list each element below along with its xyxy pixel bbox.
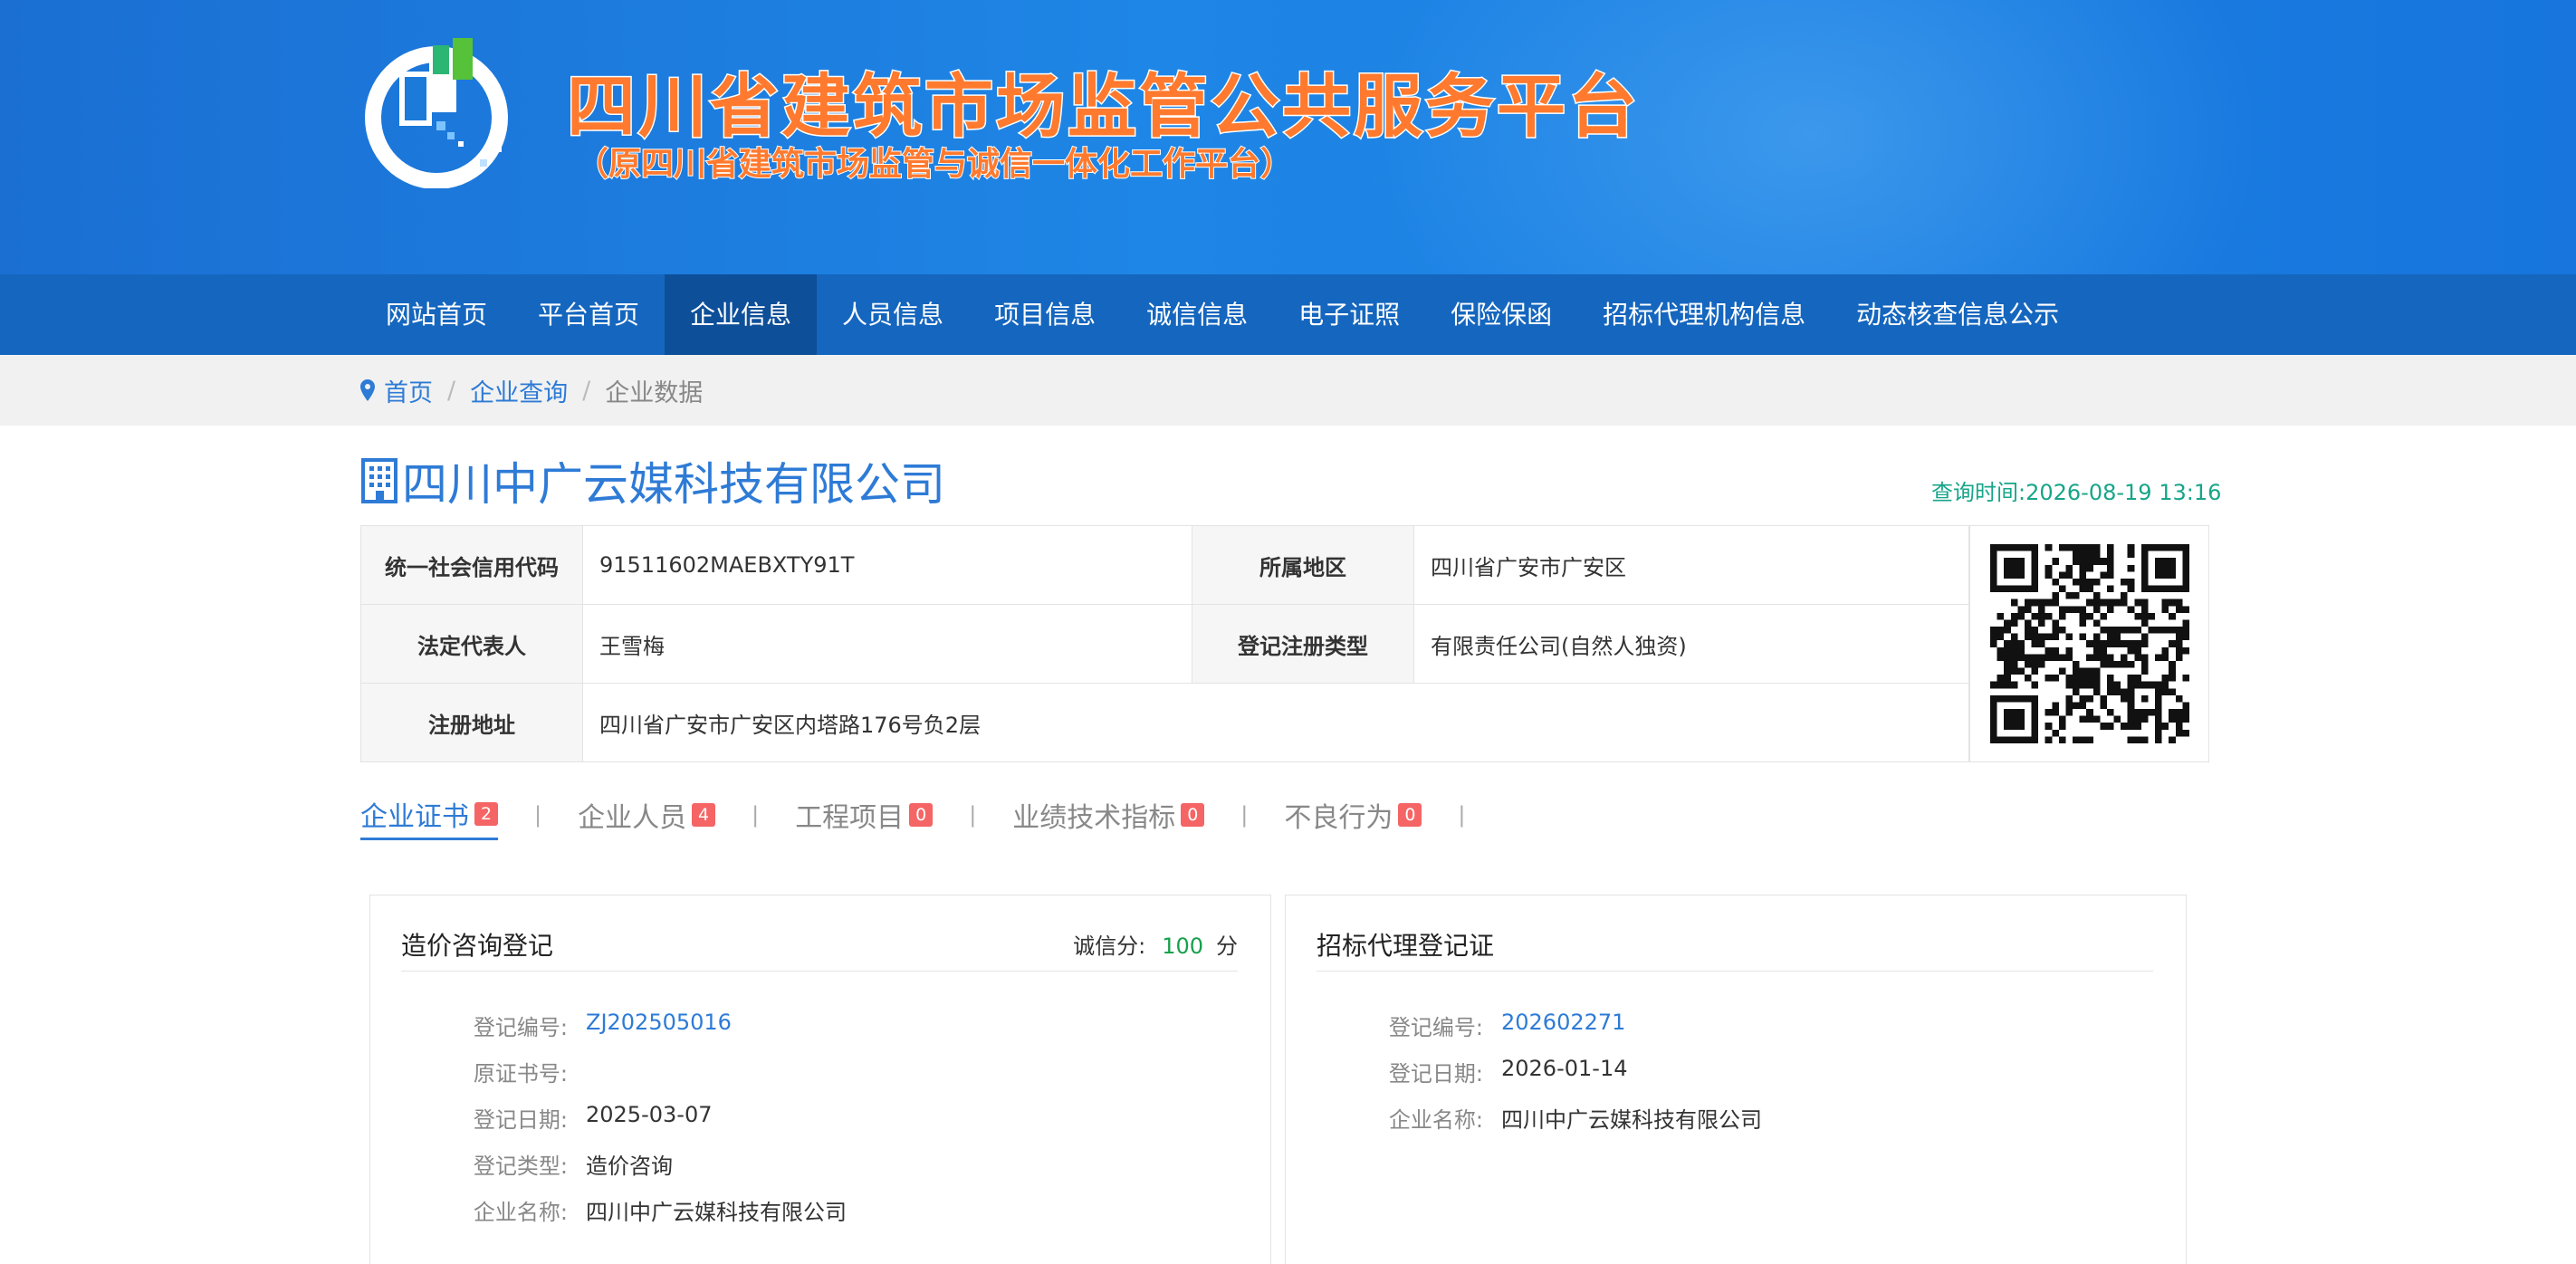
- tab-label: 工程项目: [795, 802, 905, 834]
- qr-code-image: [1989, 544, 2189, 743]
- reg-no-link[interactable]: ZJ202505016: [586, 1010, 732, 1041]
- company-name: 四川中广云媒科技有限公司: [402, 458, 945, 511]
- legal-rep-label: 法定代表人: [361, 605, 583, 683]
- credit-code-label: 统一社会信用代码: [361, 526, 583, 604]
- region-value: 四川省广安市广安区: [1414, 526, 1969, 604]
- nav-item-insurance[interactable]: 保险保函: [1425, 274, 1577, 355]
- breadcrumb-enterprise-query[interactable]: 企业查询: [470, 373, 568, 408]
- score-label: 诚信分:: [1073, 934, 1146, 959]
- breadcrumb-home[interactable]: 首页: [384, 373, 433, 408]
- nav-item-e-license[interactable]: 电子证照: [1273, 274, 1425, 355]
- nav-item-tender-agency[interactable]: 招标代理机构信息: [1577, 274, 1831, 355]
- field-company-name: 企业名称: 四川中广云媒科技有限公司: [370, 1194, 847, 1226]
- card-title: 造价咨询登记: [401, 930, 554, 961]
- field-reg-type: 登记类型: 造价咨询: [370, 1148, 673, 1180]
- site-title: 四川省建筑市场监管公共服务平台: [566, 65, 1640, 148]
- main-nav: 网站首页 平台首页 企业信息 人员信息 项目信息 诚信信息 电子证照 保险保函 …: [0, 274, 2576, 355]
- info-row: 统一社会信用代码 91511602MAEBXTY91T 所属地区 四川省广安市广…: [361, 526, 1969, 605]
- field-label: 企业名称:: [473, 1200, 568, 1225]
- field-value: 2025-03-07: [586, 1102, 713, 1127]
- tab-bad-behavior[interactable]: 不良行为 0: [1284, 790, 1422, 840]
- field-value: 四川中广云媒科技有限公司: [1501, 1107, 1762, 1133]
- count-badge: 2: [474, 801, 498, 826]
- field-reg-no: 登记编号: 202602271: [1286, 1010, 1626, 1041]
- field-label: 企业名称:: [1388, 1107, 1483, 1133]
- tab-performance[interactable]: 业绩技术指标 0: [1012, 790, 1205, 840]
- field-reg-date: 登记日期: 2026-01-14: [1286, 1056, 1628, 1087]
- score-unit: 分: [1216, 934, 1238, 959]
- field-label: 登记类型:: [473, 1154, 568, 1179]
- info-row: 法定代表人 王雪梅 登记注册类型 有限责任公司(自然人独资): [361, 605, 1969, 684]
- field-orig-cert-no: 原证书号:: [370, 1056, 586, 1087]
- count-badge: 0: [909, 803, 934, 827]
- card-header: 招标代理登记证: [1317, 917, 2153, 972]
- count-badge: 4: [692, 803, 716, 827]
- tab-label: 不良行为: [1284, 802, 1393, 834]
- field-reg-no: 登记编号: ZJ202505016: [370, 1010, 732, 1041]
- field-label: 登记日期:: [473, 1107, 568, 1133]
- field-reg-date: 登记日期: 2025-03-07: [370, 1102, 713, 1134]
- breadcrumb-current: 企业数据: [605, 378, 704, 407]
- reg-no-link[interactable]: 202602271: [1501, 1010, 1625, 1041]
- region-label: 所属地区: [1192, 526, 1414, 604]
- credit-score: 诚信分: 100 分: [1073, 928, 1238, 960]
- company-heading: 四川中广云媒科技有限公司: [360, 449, 945, 512]
- field-value: 四川中广云媒科技有限公司: [586, 1200, 847, 1225]
- nav-items: 网站首页 平台首页 企业信息 人员信息 项目信息 诚信信息 电子证照 保险保函 …: [360, 274, 2084, 355]
- field-label: 登记编号:: [473, 1015, 568, 1040]
- field-value: 2026-01-14: [1501, 1056, 1628, 1081]
- certificate-card-tender-agency: 招标代理登记证 登记编号: 202602271 登记日期: 2026-01-14…: [1285, 895, 2187, 1264]
- score-value: 100: [1162, 934, 1203, 959]
- location-pin-icon: [360, 379, 375, 401]
- breadcrumb: 首页 / 企业查询 / 企业数据: [360, 355, 703, 426]
- breadcrumb-separator: /: [582, 376, 591, 405]
- breadcrumb-separator: /: [447, 376, 456, 405]
- nav-item-personnel-info[interactable]: 人员信息: [817, 274, 969, 355]
- breadcrumb-bar: 首页 / 企业查询 / 企业数据: [0, 355, 2576, 426]
- header-banner: 四川省建筑市场监管公共服务平台 （原四川省建筑市场监管与诚信一体化工作平台）: [0, 0, 2576, 274]
- detail-tabs: 企业证书 2 | 企业人员 4 | 工程项目 0 | 业绩技术指标 0 | 不良…: [360, 790, 1501, 840]
- nav-item-enterprise-info[interactable]: 企业信息: [665, 274, 818, 355]
- certificate-card-cost-consulting: 造价咨询登记 诚信分: 100 分 登记编号: ZJ202505016 原证书号: …: [369, 895, 1271, 1264]
- field-label: 登记编号:: [1388, 1015, 1483, 1040]
- nav-item-credit-info[interactable]: 诚信信息: [1121, 274, 1273, 355]
- card-title: 招标代理登记证: [1317, 930, 1495, 961]
- platform-logo[interactable]: [360, 33, 516, 188]
- tab-separator: |: [1458, 802, 1466, 828]
- tab-label: 业绩技术指标: [1012, 802, 1176, 834]
- tab-separator: |: [969, 802, 977, 828]
- tab-separator: |: [1240, 802, 1249, 828]
- tab-separator: |: [534, 802, 542, 828]
- nav-item-project-info[interactable]: 项目信息: [969, 274, 1121, 355]
- query-time: 查询时间:2026-08-19 13:16: [1931, 480, 2222, 505]
- tab-separator: |: [752, 802, 760, 828]
- address-label: 注册地址: [361, 684, 583, 761]
- tab-label: 企业人员: [578, 802, 687, 834]
- legal-rep-value: 王雪梅: [583, 605, 1192, 683]
- nav-item-dynamic-check[interactable]: 动态核查信息公示: [1831, 274, 2084, 355]
- count-badge: 0: [1181, 803, 1205, 827]
- nav-item-platform-home[interactable]: 平台首页: [512, 274, 665, 355]
- building-icon: [361, 458, 397, 503]
- reg-type-value: 有限责任公司(自然人独资): [1414, 605, 1969, 683]
- tab-label: 企业证书: [360, 800, 469, 833]
- tab-certificates[interactable]: 企业证书 2: [360, 790, 498, 840]
- field-company-name: 企业名称: 四川中广云媒科技有限公司: [1286, 1102, 1762, 1134]
- company-info-table: 统一社会信用代码 91511602MAEBXTY91T 所属地区 四川省广安市广…: [360, 525, 2209, 762]
- qr-code: [1969, 526, 2208, 761]
- address-value: 四川省广安市广安区内塔路176号负2层: [583, 684, 1969, 761]
- card-header: 造价咨询登记 诚信分: 100 分: [401, 917, 1238, 972]
- tab-personnel[interactable]: 企业人员 4: [578, 790, 716, 840]
- field-value: 造价咨询: [586, 1154, 673, 1179]
- count-badge: 0: [1398, 803, 1422, 827]
- site-subtitle: （原四川省建筑市场监管与诚信一体化工作平台）: [575, 145, 1294, 184]
- tab-projects[interactable]: 工程项目 0: [795, 790, 934, 840]
- credit-code-value: 91511602MAEBXTY91T: [583, 526, 1192, 604]
- field-label: 登记日期:: [1388, 1061, 1483, 1087]
- info-row: 注册地址 四川省广安市广安区内塔路176号负2层: [361, 684, 1969, 762]
- field-label: 原证书号:: [473, 1061, 568, 1087]
- nav-item-site-home[interactable]: 网站首页: [360, 274, 512, 355]
- reg-type-label: 登记注册类型: [1192, 605, 1414, 683]
